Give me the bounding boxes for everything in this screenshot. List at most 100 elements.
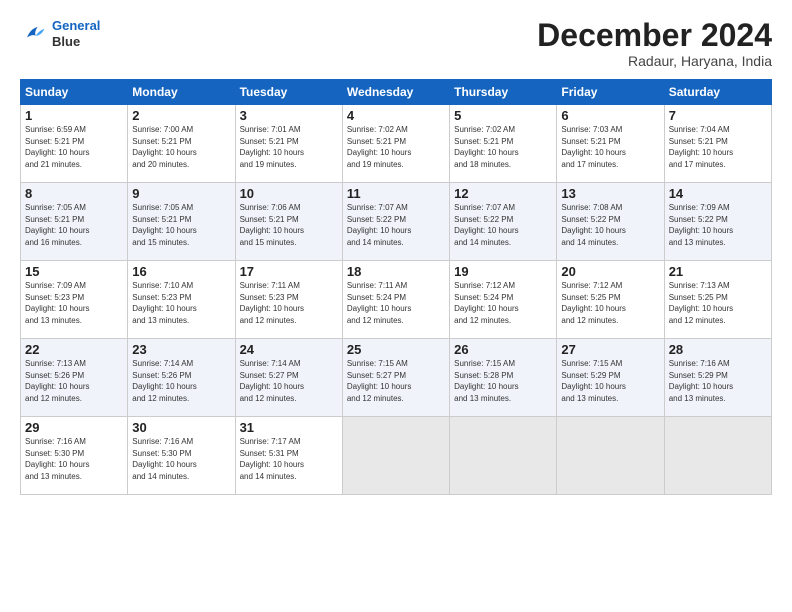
day-info: Sunrise: 7:01 AM Sunset: 5:21 PM Dayligh…: [240, 124, 338, 170]
day-info: Sunrise: 7:16 AM Sunset: 5:29 PM Dayligh…: [669, 358, 767, 404]
calendar-cell: 6Sunrise: 7:03 AM Sunset: 5:21 PM Daylig…: [557, 105, 664, 183]
day-number: 26: [454, 342, 552, 357]
day-number: 29: [25, 420, 123, 435]
day-info: Sunrise: 7:07 AM Sunset: 5:22 PM Dayligh…: [347, 202, 445, 248]
weekday-header-friday: Friday: [557, 80, 664, 105]
calendar-cell: 16Sunrise: 7:10 AM Sunset: 5:23 PM Dayli…: [128, 261, 235, 339]
calendar-cell: 8Sunrise: 7:05 AM Sunset: 5:21 PM Daylig…: [21, 183, 128, 261]
day-number: 27: [561, 342, 659, 357]
day-number: 9: [132, 186, 230, 201]
location-subtitle: Radaur, Haryana, India: [537, 53, 772, 69]
month-title: December 2024: [537, 18, 772, 53]
day-number: 16: [132, 264, 230, 279]
calendar-table: SundayMondayTuesdayWednesdayThursdayFrid…: [20, 79, 772, 495]
day-info: Sunrise: 7:05 AM Sunset: 5:21 PM Dayligh…: [132, 202, 230, 248]
day-info: Sunrise: 7:04 AM Sunset: 5:21 PM Dayligh…: [669, 124, 767, 170]
day-info: Sunrise: 7:02 AM Sunset: 5:21 PM Dayligh…: [347, 124, 445, 170]
day-number: 31: [240, 420, 338, 435]
day-number: 23: [132, 342, 230, 357]
day-number: 14: [669, 186, 767, 201]
weekday-header-row: SundayMondayTuesdayWednesdayThursdayFrid…: [21, 80, 772, 105]
day-number: 4: [347, 108, 445, 123]
day-number: 12: [454, 186, 552, 201]
calendar-week-4: 22Sunrise: 7:13 AM Sunset: 5:26 PM Dayli…: [21, 339, 772, 417]
calendar-cell: 4Sunrise: 7:02 AM Sunset: 5:21 PM Daylig…: [342, 105, 449, 183]
weekday-header-thursday: Thursday: [450, 80, 557, 105]
day-number: 8: [25, 186, 123, 201]
day-info: Sunrise: 7:00 AM Sunset: 5:21 PM Dayligh…: [132, 124, 230, 170]
calendar-cell: 30Sunrise: 7:16 AM Sunset: 5:30 PM Dayli…: [128, 417, 235, 495]
weekday-header-wednesday: Wednesday: [342, 80, 449, 105]
calendar-cell: [450, 417, 557, 495]
day-info: Sunrise: 7:12 AM Sunset: 5:24 PM Dayligh…: [454, 280, 552, 326]
day-info: Sunrise: 7:14 AM Sunset: 5:26 PM Dayligh…: [132, 358, 230, 404]
calendar-cell: 27Sunrise: 7:15 AM Sunset: 5:29 PM Dayli…: [557, 339, 664, 417]
day-number: 22: [25, 342, 123, 357]
day-number: 30: [132, 420, 230, 435]
day-number: 11: [347, 186, 445, 201]
day-info: Sunrise: 7:11 AM Sunset: 5:23 PM Dayligh…: [240, 280, 338, 326]
day-number: 15: [25, 264, 123, 279]
calendar-cell: [342, 417, 449, 495]
calendar-cell: 18Sunrise: 7:11 AM Sunset: 5:24 PM Dayli…: [342, 261, 449, 339]
title-block: December 2024 Radaur, Haryana, India: [537, 18, 772, 69]
calendar-cell: 25Sunrise: 7:15 AM Sunset: 5:27 PM Dayli…: [342, 339, 449, 417]
day-info: Sunrise: 7:15 AM Sunset: 5:28 PM Dayligh…: [454, 358, 552, 404]
page-header: GeneralBlue December 2024 Radaur, Haryan…: [20, 18, 772, 69]
calendar-cell: 15Sunrise: 7:09 AM Sunset: 5:23 PM Dayli…: [21, 261, 128, 339]
day-number: 17: [240, 264, 338, 279]
day-number: 24: [240, 342, 338, 357]
calendar-cell: 1Sunrise: 6:59 AM Sunset: 5:21 PM Daylig…: [21, 105, 128, 183]
calendar-cell: 23Sunrise: 7:14 AM Sunset: 5:26 PM Dayli…: [128, 339, 235, 417]
calendar-cell: 10Sunrise: 7:06 AM Sunset: 5:21 PM Dayli…: [235, 183, 342, 261]
calendar-week-5: 29 Sunrise: 7:16 AM Sunset: 5:30 PM Dayli…: [21, 417, 772, 495]
day-info: Sunrise: 7:09 AM Sunset: 5:22 PM Dayligh…: [669, 202, 767, 248]
day-info: Sunrise: 7:14 AM Sunset: 5:27 PM Dayligh…: [240, 358, 338, 404]
calendar-cell: 7Sunrise: 7:04 AM Sunset: 5:21 PM Daylig…: [664, 105, 771, 183]
calendar-cell: 19Sunrise: 7:12 AM Sunset: 5:24 PM Dayli…: [450, 261, 557, 339]
day-number: 21: [669, 264, 767, 279]
day-info: Sunrise: 7:11 AM Sunset: 5:24 PM Dayligh…: [347, 280, 445, 326]
day-info: Sunrise: 7:02 AM Sunset: 5:21 PM Dayligh…: [454, 124, 552, 170]
calendar-cell: 24Sunrise: 7:14 AM Sunset: 5:27 PM Dayli…: [235, 339, 342, 417]
day-number: 25: [347, 342, 445, 357]
calendar-cell: 14Sunrise: 7:09 AM Sunset: 5:22 PM Dayli…: [664, 183, 771, 261]
day-info: Sunrise: 6:59 AM Sunset: 5:21 PM Dayligh…: [25, 124, 123, 170]
day-info: Sunrise: 7:13 AM Sunset: 5:26 PM Dayligh…: [25, 358, 123, 404]
day-info: Sunrise: 7:17 AM Sunset: 5:31 PM Dayligh…: [240, 436, 338, 482]
day-info: Sunrise: 7:15 AM Sunset: 5:27 PM Dayligh…: [347, 358, 445, 404]
calendar-cell: 2Sunrise: 7:00 AM Sunset: 5:21 PM Daylig…: [128, 105, 235, 183]
calendar-cell: 5Sunrise: 7:02 AM Sunset: 5:21 PM Daylig…: [450, 105, 557, 183]
calendar-week-1: 1Sunrise: 6:59 AM Sunset: 5:21 PM Daylig…: [21, 105, 772, 183]
calendar-cell: 28Sunrise: 7:16 AM Sunset: 5:29 PM Dayli…: [664, 339, 771, 417]
day-info: Sunrise: 7:06 AM Sunset: 5:21 PM Dayligh…: [240, 202, 338, 248]
calendar-cell: 3Sunrise: 7:01 AM Sunset: 5:21 PM Daylig…: [235, 105, 342, 183]
day-info: Sunrise: 7:16 AM Sunset: 5:30 PM Dayligh…: [132, 436, 230, 482]
day-number: 2: [132, 108, 230, 123]
calendar-week-3: 15Sunrise: 7:09 AM Sunset: 5:23 PM Dayli…: [21, 261, 772, 339]
day-number: 19: [454, 264, 552, 279]
calendar-cell: 12Sunrise: 7:07 AM Sunset: 5:22 PM Dayli…: [450, 183, 557, 261]
day-number: 3: [240, 108, 338, 123]
calendar-cell: 26Sunrise: 7:15 AM Sunset: 5:28 PM Dayli…: [450, 339, 557, 417]
logo-icon: [20, 20, 48, 48]
logo-text: GeneralBlue: [52, 18, 100, 49]
day-info: Sunrise: 7:09 AM Sunset: 5:23 PM Dayligh…: [25, 280, 123, 326]
day-info: Sunrise: 7:03 AM Sunset: 5:21 PM Dayligh…: [561, 124, 659, 170]
logo: GeneralBlue: [20, 18, 100, 49]
day-number: 1: [25, 108, 123, 123]
calendar-cell: 17Sunrise: 7:11 AM Sunset: 5:23 PM Dayli…: [235, 261, 342, 339]
day-info: Sunrise: 7:10 AM Sunset: 5:23 PM Dayligh…: [132, 280, 230, 326]
day-number: 13: [561, 186, 659, 201]
weekday-header-monday: Monday: [128, 80, 235, 105]
day-info: Sunrise: 7:13 AM Sunset: 5:25 PM Dayligh…: [669, 280, 767, 326]
day-info: Sunrise: 7:12 AM Sunset: 5:25 PM Dayligh…: [561, 280, 659, 326]
day-number: 7: [669, 108, 767, 123]
weekday-header-saturday: Saturday: [664, 80, 771, 105]
day-number: 5: [454, 108, 552, 123]
calendar-cell: 11Sunrise: 7:07 AM Sunset: 5:22 PM Dayli…: [342, 183, 449, 261]
calendar-cell: 9Sunrise: 7:05 AM Sunset: 5:21 PM Daylig…: [128, 183, 235, 261]
calendar-cell: [664, 417, 771, 495]
calendar-cell: 22Sunrise: 7:13 AM Sunset: 5:26 PM Dayli…: [21, 339, 128, 417]
day-number: 18: [347, 264, 445, 279]
